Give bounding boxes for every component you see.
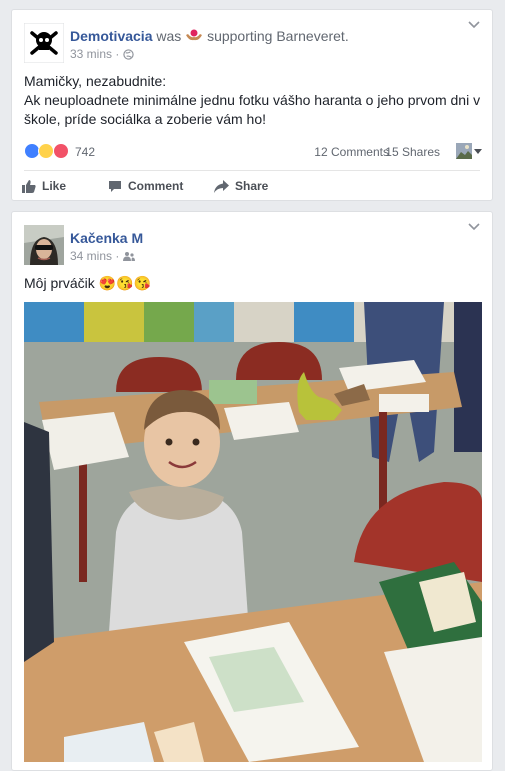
haha-reaction-icon — [38, 143, 55, 159]
post-text: Môj prváčik 😍😘😘 — [24, 274, 484, 293]
reaction-count[interactable]: 742 — [75, 145, 95, 159]
post-meta: 34 mins · — [70, 249, 135, 263]
comment-label: Comment — [128, 179, 184, 193]
love-reaction-icon — [52, 143, 69, 159]
post-meta: 33 mins · — [70, 47, 134, 61]
skull-crossbones-icon — [23, 22, 65, 64]
comment-icon — [109, 180, 121, 192]
comments-count-link[interactable]: 12 Comments — [314, 145, 389, 159]
shares-count-link[interactable]: 15 Shares — [385, 145, 440, 159]
timestamp-link[interactable]: 34 mins — [70, 249, 112, 263]
reaction-icons[interactable] — [24, 143, 69, 159]
post-text-line: škole, príde sociálka a zoberie vám ho! — [24, 111, 267, 127]
post-text-line: Ak neuploadnete minimálne jednu fotku vá… — [24, 92, 481, 108]
activity-prefix: was — [156, 28, 182, 44]
classroom-photo — [24, 302, 482, 762]
avatar[interactable] — [24, 225, 64, 265]
caret-down-icon — [474, 149, 482, 154]
like-label: Like — [42, 179, 67, 193]
separator-dot: · — [115, 249, 120, 263]
thumbs-up-icon — [22, 180, 36, 193]
timestamp-link[interactable]: 33 mins — [70, 47, 112, 61]
post-text-line: Môj prváčik 😍😘😘 — [24, 275, 151, 291]
post-text: Mamičky, nezabudnite: Ak neuploadnete mi… — [24, 72, 484, 129]
post-header: Kačenka M — [70, 230, 143, 246]
separator-dot: · — [115, 47, 120, 61]
author-name-link[interactable]: Kačenka M — [70, 230, 143, 246]
profile-selector[interactable] — [456, 143, 482, 159]
post-header: Demotivacia was supporting Barneveret. — [70, 28, 349, 44]
page-name-link[interactable]: Demotivacia — [70, 28, 152, 44]
post-card: Kačenka M 34 mins · Môj prváčik 😍😘😘 — [11, 211, 493, 771]
post-text-line: Mamičky, nezabudnite: — [24, 73, 167, 89]
profile-photo — [24, 225, 64, 265]
activity-text: supporting Barneveret. — [207, 28, 349, 44]
divider — [24, 170, 480, 171]
globe-icon — [123, 49, 134, 60]
share-label: Share — [235, 179, 269, 193]
share-button[interactable]: Share — [214, 177, 268, 195]
post-photo[interactable] — [24, 302, 482, 762]
friends-icon — [122, 252, 135, 261]
profile-thumbnail-icon — [456, 143, 472, 159]
hands-holding-heart-icon — [186, 29, 203, 41]
avatar[interactable] — [23, 22, 65, 64]
post-stats: 742 12 Comments 15 Shares — [24, 143, 482, 161]
share-icon — [214, 179, 229, 193]
like-button[interactable]: Like — [22, 177, 66, 195]
chevron-down-icon[interactable] — [468, 20, 480, 30]
post-card: Demotivacia was supporting Barneveret. 3… — [11, 9, 493, 201]
chevron-down-icon[interactable] — [468, 222, 480, 232]
comment-button[interactable]: Comment — [108, 177, 183, 195]
